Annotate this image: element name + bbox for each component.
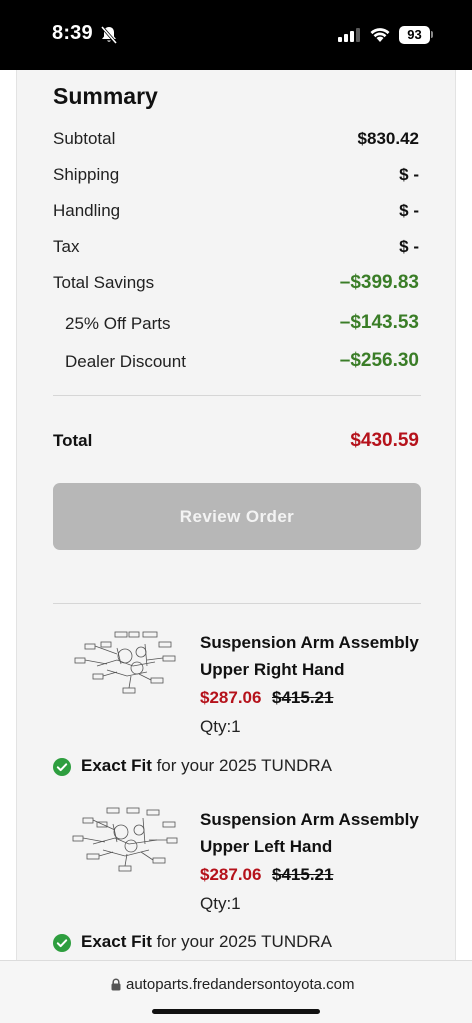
shipping-label: Shipping (53, 165, 120, 184)
status-bar: 8:39 93 (0, 0, 472, 70)
dealer-discount-value: –$256.30 (339, 350, 419, 371)
fitment-note: Exact Fit for your 2025 TUNDRA (81, 756, 332, 776)
item-name[interactable]: Suspension Arm Assembly Upper Left Hand (200, 806, 430, 860)
total-value: $430.59 (350, 430, 419, 451)
check-circle-icon (53, 758, 71, 776)
item-original-price: $415.21 (272, 865, 334, 884)
handling-label: Handling (53, 201, 121, 220)
total-label: Total (53, 431, 93, 450)
total-savings-value: –$399.83 (339, 272, 419, 293)
item-quantity: Qty:1 (200, 717, 241, 736)
browser-url-bar[interactable]: autoparts.fredandersontoyota.com (0, 960, 472, 1023)
total-savings-label: Total Savings (53, 273, 155, 292)
battery-indicator: 93 (399, 26, 430, 44)
tax-label: Tax (53, 237, 80, 256)
summary-title: Summary (53, 83, 158, 109)
lock-icon (111, 978, 121, 991)
item-name[interactable]: Suspension Arm Assembly Upper Right Hand (200, 629, 430, 683)
fitment-note: Exact Fit for your 2025 TUNDRA (81, 932, 332, 952)
review-order-button[interactable]: Review Order (53, 483, 421, 550)
item-name-line1: Suspension Arm Assembly (200, 633, 419, 652)
item-original-price: $415.21 (272, 688, 334, 707)
items-divider (53, 603, 421, 604)
wifi-icon (370, 28, 390, 42)
handling-value: $ - (399, 201, 419, 220)
order-summary-card: Summary Subtotal $830.42 Shipping $ - Ha… (16, 70, 456, 960)
item-quantity: Qty:1 (200, 894, 241, 913)
fitment-strong: Exact Fit (81, 756, 152, 775)
fitment-vehicle: for your 2025 TUNDRA (151, 932, 333, 951)
battery-cap (431, 31, 433, 38)
cell-signal-icon (338, 28, 360, 42)
part-diagram-thumbnail[interactable] (67, 626, 185, 704)
item-sale-price: $287.06 (200, 865, 262, 884)
item-sale-price: $287.06 (200, 688, 262, 707)
item-name-line1: Suspension Arm Assembly (200, 810, 419, 829)
fitment-strong: Exact Fit (81, 932, 152, 951)
dealer-discount-label: Dealer Discount (65, 352, 186, 371)
item-name-line2: Upper Right Hand (200, 660, 345, 679)
subtotal-value: $830.42 (357, 129, 419, 148)
part-diagram-thumbnail[interactable] (67, 802, 185, 880)
tax-value: $ - (399, 237, 419, 256)
home-indicator[interactable] (152, 1009, 320, 1014)
parts-discount-value: –$143.53 (339, 312, 419, 333)
shipping-value: $ - (399, 165, 419, 184)
subtotal-label: Subtotal (53, 129, 116, 148)
parts-discount-label: 25% Off Parts (65, 314, 171, 333)
check-circle-icon (53, 934, 71, 952)
bell-muted-icon (100, 26, 118, 44)
item-name-line2: Upper Left Hand (200, 837, 333, 856)
fitment-vehicle: for your 2025 TUNDRA (151, 756, 333, 775)
status-time: 8:39 (52, 22, 93, 44)
summary-divider (53, 395, 421, 396)
url-text[interactable]: autoparts.fredandersontoyota.com (126, 976, 354, 993)
